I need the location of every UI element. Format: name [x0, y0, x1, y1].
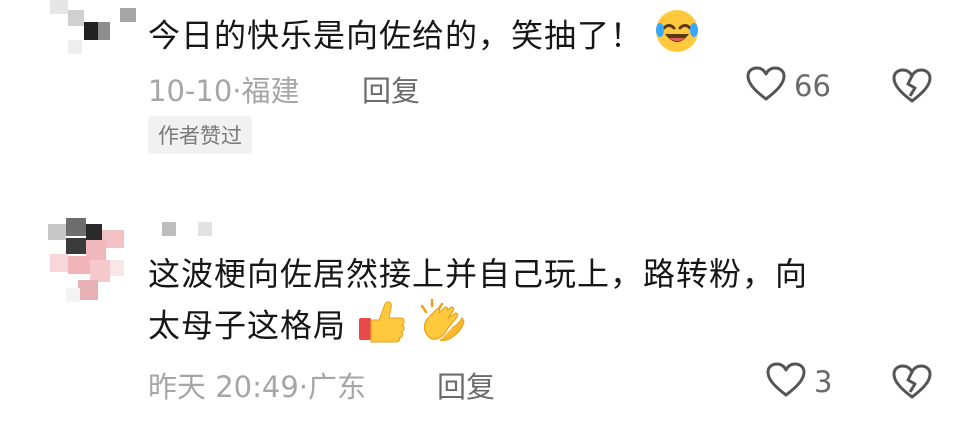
- heart-outline-icon: [766, 362, 806, 402]
- like-count: 3: [814, 365, 833, 399]
- comment-body-line-1: 这波梗向佐居然接上并自己玩上，路转粉，向: [148, 255, 809, 293]
- reply-button[interactable]: 回复: [362, 68, 420, 110]
- broken-heart-icon: [892, 364, 932, 404]
- heart-outline-icon: [746, 66, 786, 106]
- avatar[interactable]: [48, 218, 138, 308]
- author-liked-badge: 作者赞过: [148, 116, 252, 154]
- like-button[interactable]: 66: [746, 66, 831, 106]
- comment-location: 广东: [308, 370, 367, 404]
- reply-button[interactable]: 回复: [437, 364, 495, 406]
- like-count: 66: [794, 69, 831, 103]
- dislike-button[interactable]: [892, 68, 932, 108]
- comment-text: 今日的快乐是向佐给的，笑抽了！: [148, 8, 700, 67]
- comment-date: 昨天 20:49·: [148, 370, 309, 404]
- dislike-button[interactable]: [892, 364, 932, 404]
- comment-date: 10-10·: [148, 74, 242, 108]
- comment-meta: 10-10·福建: [148, 68, 300, 110]
- comment-body-line-2-text: 太母子这格局: [148, 306, 347, 345]
- thumbs-up-emoji: [357, 298, 407, 357]
- comment-body-line-2: 太母子这格局: [148, 298, 808, 357]
- like-button[interactable]: 3: [766, 362, 832, 402]
- comment-text: 这波梗向佐居然接上并自己玩上，路转粉，向 太母子这格局: [148, 250, 808, 357]
- broken-heart-icon: [892, 68, 932, 108]
- comment-location: 福建: [241, 74, 300, 108]
- avatar[interactable]: [50, 0, 140, 60]
- clapping-hands-emoji: [418, 298, 468, 357]
- rolling-laughing-emoji: [654, 8, 700, 67]
- comment-body: 今日的快乐是向佐给的，笑抽了！: [148, 16, 644, 55]
- comment-meta: 昨天 20:49·广东: [148, 364, 366, 406]
